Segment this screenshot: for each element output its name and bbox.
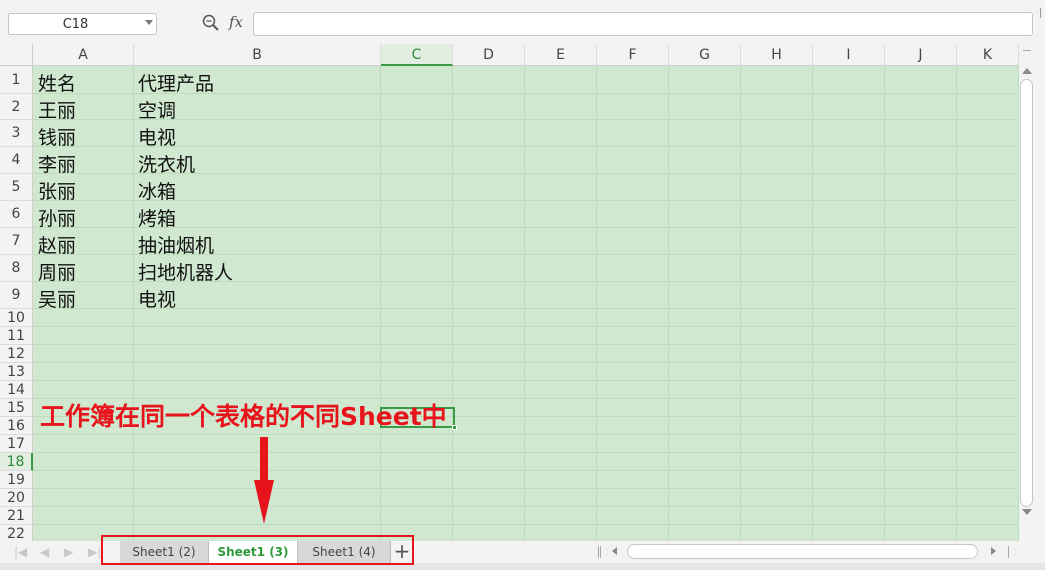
select-all-corner[interactable] (0, 44, 33, 66)
scroll-right-icon[interactable] (991, 547, 996, 555)
row-header-15[interactable]: 15 (0, 399, 33, 417)
cell-b2[interactable]: 空调 (138, 96, 176, 123)
next-sheet-icon[interactable]: ▶ (64, 545, 73, 559)
gridline (33, 362, 1019, 363)
gridline (33, 380, 1019, 381)
column-header-j[interactable]: J (885, 44, 957, 66)
row-header-18[interactable]: 18 (0, 453, 33, 471)
first-sheet-icon[interactable]: |◀ (14, 545, 27, 559)
cell-b7[interactable]: 抽油烟机 (138, 231, 214, 258)
cell-a6[interactable]: 孙丽 (38, 204, 76, 231)
cell-b4[interactable]: 洗衣机 (138, 150, 195, 177)
cell-b6[interactable]: 烤箱 (138, 204, 176, 231)
last-sheet-icon[interactable]: ▶| (88, 545, 101, 559)
row-header-13[interactable]: 13 (0, 363, 33, 381)
annotation-text: 工作簿在同一个表格的不同Sheet中 (40, 402, 447, 431)
row-header-19[interactable]: 19 (0, 471, 33, 489)
fill-handle[interactable] (452, 425, 457, 430)
gridline (33, 452, 1019, 453)
column-header-k[interactable]: K (957, 44, 1019, 66)
gridline (33, 524, 1019, 525)
row-header-21[interactable]: 21 (0, 507, 33, 525)
column-header-a[interactable]: A (33, 44, 134, 66)
column-header-b[interactable]: B (134, 44, 381, 66)
column-header-g[interactable]: G (669, 44, 741, 66)
cell-b5[interactable]: 冰箱 (138, 177, 176, 204)
gridline (33, 308, 1019, 309)
formula-bar: C18 fx (0, 0, 1045, 44)
gridline (33, 470, 1019, 471)
column-header-c[interactable]: C (381, 44, 453, 66)
row-header-7[interactable]: 7 (0, 228, 33, 255)
scroll-down-icon[interactable] (1022, 509, 1032, 515)
horizontal-scroll-thumb[interactable] (627, 544, 978, 559)
row-header-17[interactable]: 17 (0, 435, 33, 453)
row-header-12[interactable]: 12 (0, 345, 33, 363)
column-header-f[interactable]: F (597, 44, 669, 66)
gridline (33, 488, 1019, 489)
cell-b8[interactable]: 扫地机器人 (138, 258, 233, 285)
column-header-h[interactable]: H (741, 44, 813, 66)
row-header-14[interactable]: 14 (0, 381, 33, 399)
scroll-up-icon[interactable] (1022, 68, 1032, 74)
row-header-8[interactable]: 8 (0, 255, 33, 282)
cell-a2[interactable]: 王丽 (38, 96, 76, 123)
row-header-6[interactable]: 6 (0, 201, 33, 228)
chevron-down-icon[interactable] (145, 20, 153, 25)
vertical-scroll-thumb[interactable] (1020, 79, 1033, 507)
cell-a5[interactable]: 张丽 (38, 177, 76, 204)
cell-b1[interactable]: 代理产品 (138, 69, 214, 96)
row-header-22[interactable]: 22 (0, 525, 33, 541)
cell-a7[interactable]: 赵丽 (38, 231, 76, 258)
gridline (33, 326, 1019, 327)
cell-a1[interactable]: 姓名 (38, 69, 76, 96)
row-header-1[interactable]: 1 (0, 66, 33, 94)
row-header-5[interactable]: 5 (0, 174, 33, 201)
row-header-10[interactable]: 10 (0, 309, 33, 327)
cell-a9[interactable]: 吴丽 (38, 285, 76, 312)
gridline (33, 227, 1019, 228)
cell-b3[interactable]: 电视 (138, 123, 176, 150)
spreadsheet-window: C18 fx A B C D E F G H I J K 1 2 3 4 5 6 7 8 9 10 11 12 13 14 15 1… (0, 0, 1045, 570)
row-header-4[interactable]: 4 (0, 147, 33, 174)
gridline (33, 200, 1019, 201)
tab-split-handle-icon[interactable] (598, 546, 601, 558)
column-header-e[interactable]: E (525, 44, 597, 66)
column-header-i[interactable]: I (813, 44, 885, 66)
name-box-value: C18 (62, 17, 89, 32)
split-handle-icon[interactable] (1023, 50, 1031, 51)
annotation-highlight-box (101, 535, 414, 565)
cell-a8[interactable]: 周丽 (38, 258, 76, 285)
row-header-20[interactable]: 20 (0, 489, 33, 507)
vertical-scrollbar[interactable] (1019, 44, 1035, 541)
toolbar-edge (1040, 8, 1045, 18)
cell-b9[interactable]: 电视 (138, 285, 176, 312)
split-handle-icon[interactable] (1008, 546, 1009, 558)
row-header-9[interactable]: 9 (0, 282, 33, 309)
formula-input[interactable] (253, 12, 1033, 36)
row-header-11[interactable]: 11 (0, 327, 33, 345)
row-header-16[interactable]: 16 (0, 417, 33, 435)
gridline (33, 344, 1019, 345)
gridline (33, 434, 1019, 435)
gridline (33, 146, 1019, 147)
sheet-grid[interactable]: A B C D E F G H I J K 1 2 3 4 5 6 7 8 9 10 11 12 13 14 15 16 17 18 19… (0, 44, 1019, 541)
annotation-arrow-shaft (260, 437, 268, 482)
column-header-d[interactable]: D (453, 44, 525, 66)
row-header-2[interactable]: 2 (0, 94, 33, 120)
gridline (33, 506, 1019, 507)
prev-sheet-icon[interactable]: ◀ (40, 545, 49, 559)
cell-a4[interactable]: 李丽 (38, 150, 76, 177)
name-box[interactable]: C18 (8, 13, 157, 35)
scroll-left-icon[interactable] (612, 547, 617, 555)
row-header-3[interactable]: 3 (0, 120, 33, 147)
annotation-arrow-icon (254, 480, 274, 524)
fx-icon[interactable]: fx (229, 13, 243, 31)
zoom-icon[interactable] (202, 14, 220, 32)
cell-a3[interactable]: 钱丽 (38, 123, 76, 150)
gridline (33, 119, 1019, 120)
